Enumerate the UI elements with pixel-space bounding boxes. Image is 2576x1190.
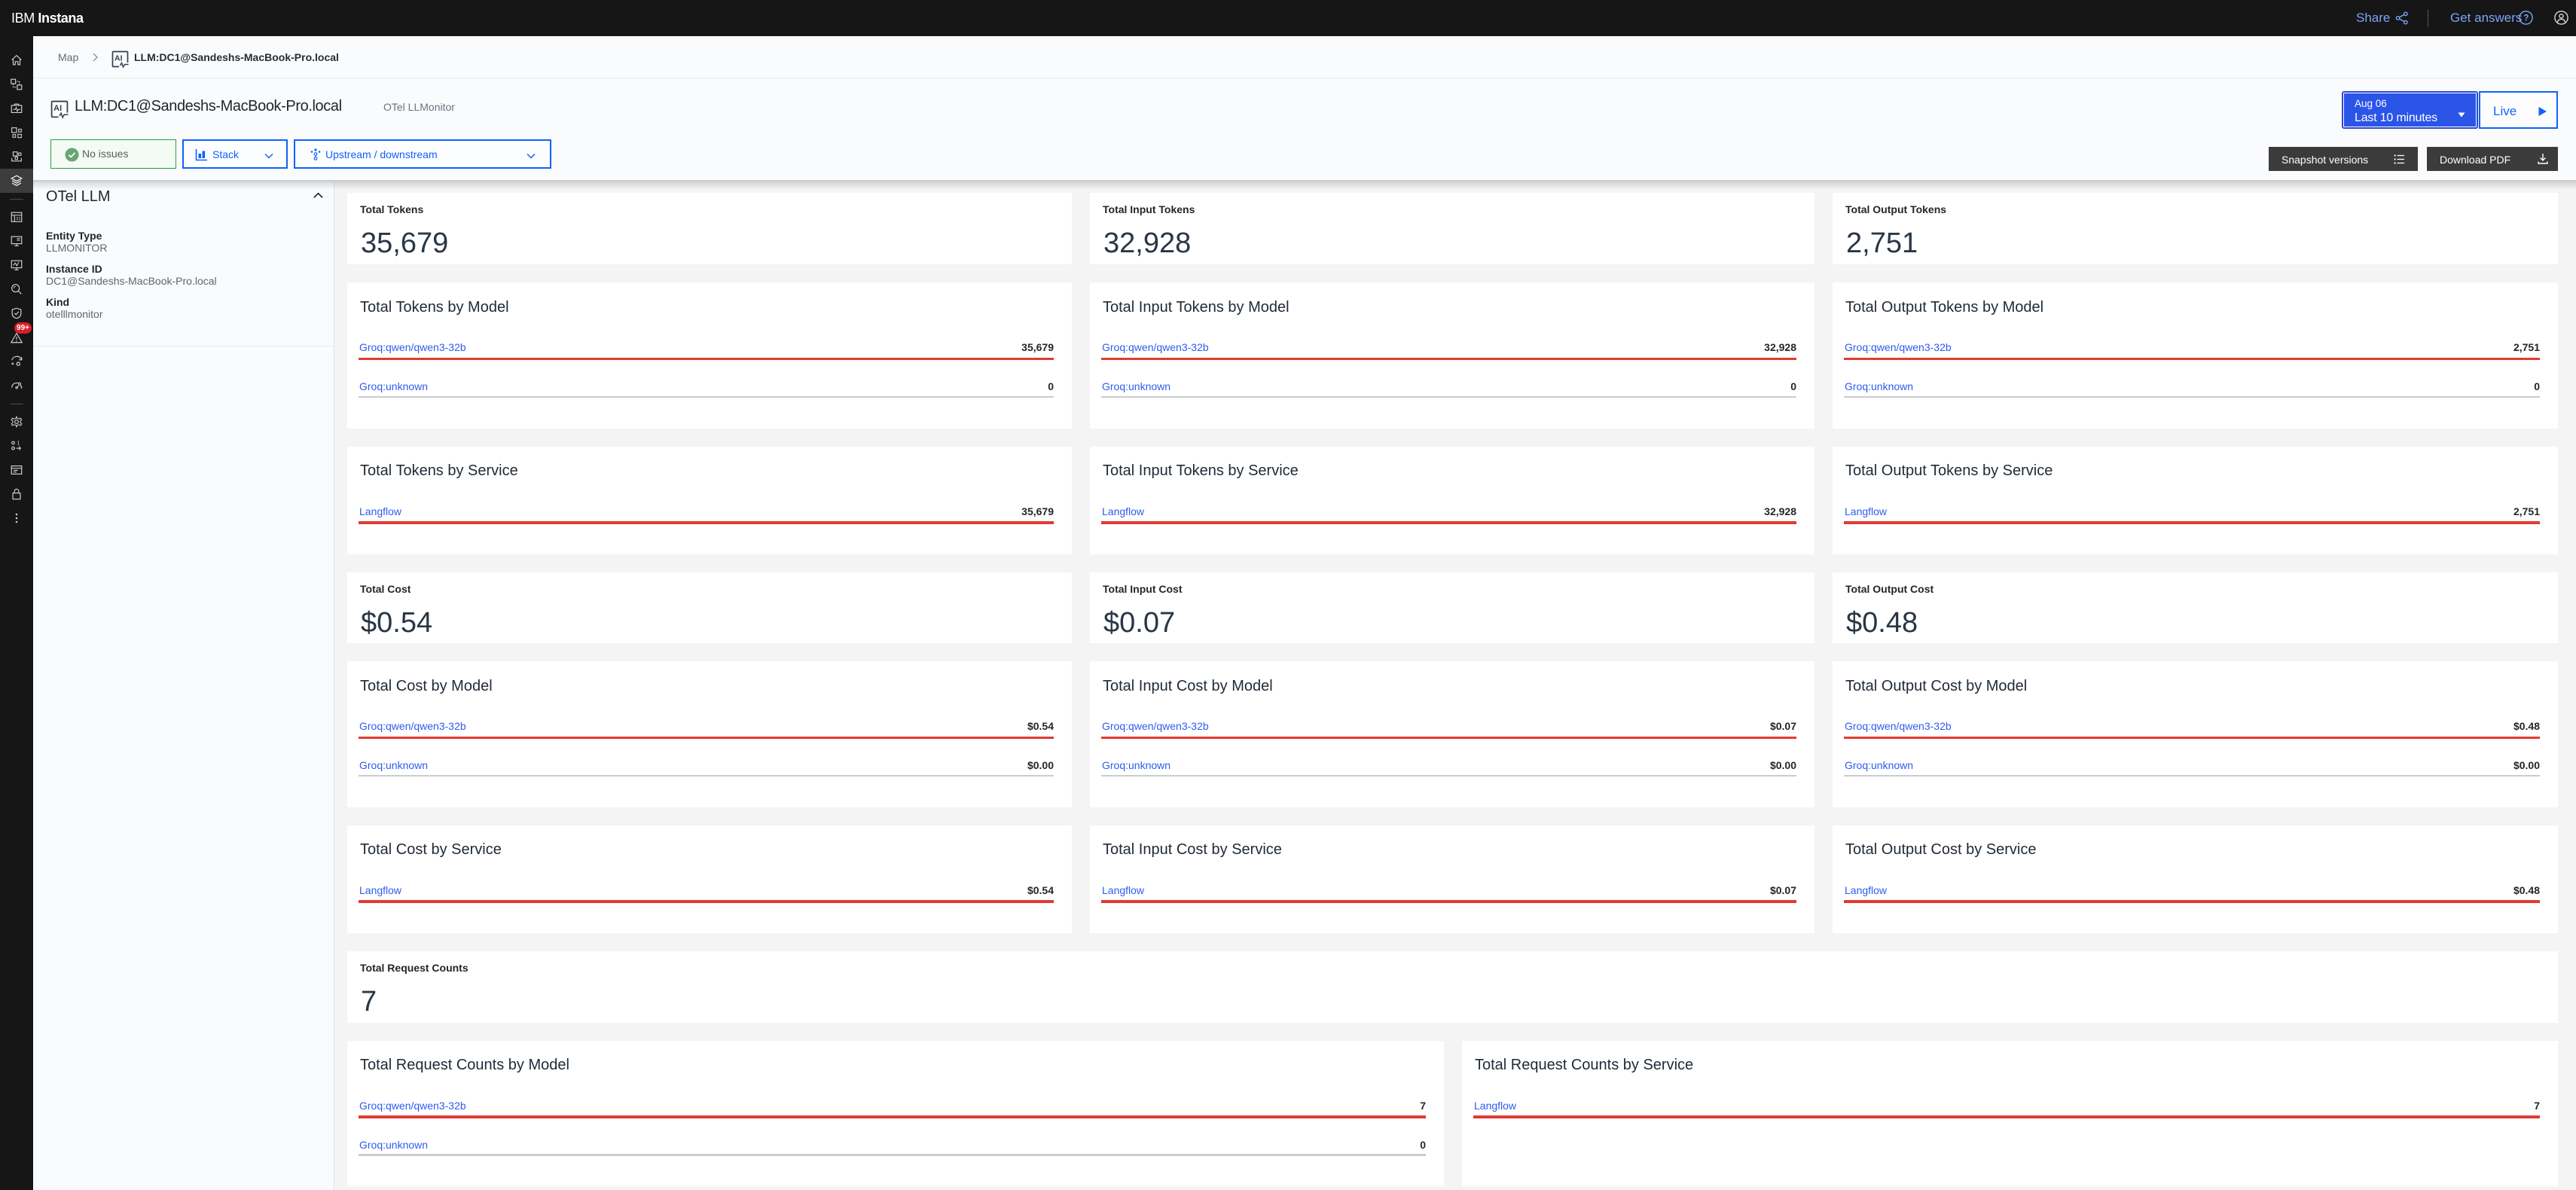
svg-text:31: 31 xyxy=(16,217,21,221)
svg-text:AI: AI xyxy=(114,54,123,63)
svg-text:?: ? xyxy=(2523,14,2529,23)
svg-text:1: 1 xyxy=(17,440,20,447)
svg-text:AI: AI xyxy=(53,104,62,113)
